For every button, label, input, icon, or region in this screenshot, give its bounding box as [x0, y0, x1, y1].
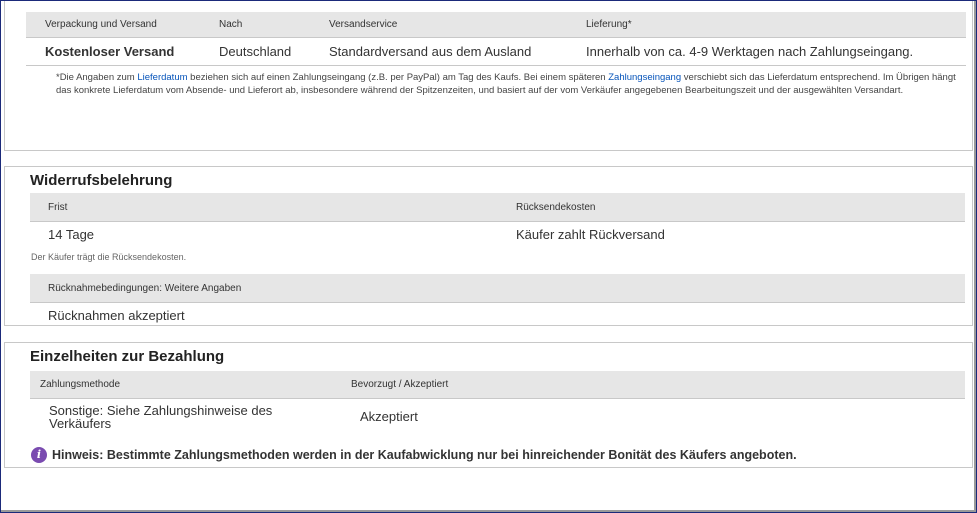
payment-hint-text: Hinweis: Bestimmte Zahlungsmethoden werd… [52, 448, 797, 462]
header-return-cost: Rücksendekosten [516, 202, 596, 213]
payment-method-value: Sonstige: Siehe Zahlungshinweise des Ver… [49, 403, 273, 431]
shipping-table-header: Verpackung und Versand Nach Versandservi… [26, 12, 966, 38]
note-text-2: beziehen sich auf einen Zahlungseingang … [187, 72, 609, 83]
payment-table-header: Zahlungsmethode Bevorzugt / Akzeptiert [30, 371, 965, 399]
window-frame: Verpackung und Versand Nach Versandservi… [0, 0, 977, 513]
payment-receipt-link[interactable]: Zahlungseingang [608, 72, 681, 83]
shipping-panel: Verpackung und Versand Nach Versandservi… [4, 1, 973, 151]
delivery-date-link[interactable]: Lieferdatum [137, 72, 187, 83]
shipping-service: Standardversand aus dem Ausland [329, 44, 532, 59]
header-period: Frist [48, 202, 68, 213]
shipping-delivery: Innerhalb von ca. 4-9 Werktagen nach Zah… [586, 44, 914, 59]
returns-table-header: Frist Rücksendekosten [30, 193, 965, 222]
header-delivery: Lieferung* [586, 19, 632, 30]
payment-hint: i Hinweis: Bestimmte Zahlungsmethoden we… [31, 447, 797, 463]
info-icon: i [31, 447, 47, 463]
payment-panel: Einzelheiten zur Bezahlung Zahlungsmetho… [4, 342, 973, 468]
frame-shadow-bottom [1, 510, 976, 512]
buyer-return-cost-note: Der Käufer trägt die Rücksendekosten. [31, 252, 187, 262]
header-packaging: Verpackung und Versand [45, 19, 157, 30]
shipping-table-row: Kostenloser Versand Deutschland Standard… [26, 38, 966, 66]
delivery-date-note: *Die Angaben zum Lieferdatum beziehen si… [56, 71, 956, 97]
returns-title: Widerrufsbelehrung [30, 172, 173, 189]
return-cost-value: Käufer zahlt Rückversand [516, 227, 665, 242]
header-payment-method: Zahlungsmethode [40, 379, 121, 390]
header-to: Nach [219, 19, 243, 30]
header-preferred: Bevorzugt / Akzeptiert [351, 379, 449, 390]
return-conditions-header: Rücknahmebedingungen: Weitere Angaben [30, 274, 965, 303]
payment-title: Einzelheiten zur Bezahlung [30, 348, 225, 365]
shipping-cost: Kostenloser Versand [45, 44, 175, 59]
payment-status-value: Akzeptiert [360, 409, 418, 424]
return-period-value: 14 Tage [48, 227, 95, 242]
note-text-1: *Die Angaben zum [56, 72, 138, 83]
return-conditions-value: Rücknahmen akzeptiert [48, 308, 185, 323]
returns-panel: Widerrufsbelehrung Frist Rücksendekosten… [4, 166, 973, 326]
header-return-conditions: Rücknahmebedingungen: Weitere Angaben [48, 283, 242, 294]
frame-shadow-right [974, 1, 976, 512]
header-service: Versandservice [329, 19, 398, 30]
shipping-destination: Deutschland [219, 44, 292, 59]
